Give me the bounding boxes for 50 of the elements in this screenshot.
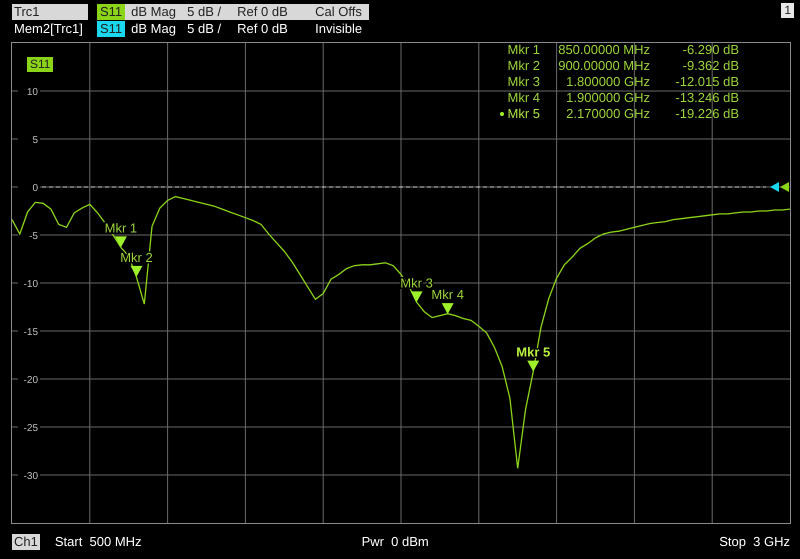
trace-scale: 5 dB / bbox=[186, 20, 222, 36]
marker-name: Mkr 3 bbox=[508, 74, 540, 89]
marker-name: Mkr 2 bbox=[508, 58, 540, 73]
axis-label: -10 bbox=[24, 279, 38, 290]
marker-label: Mkr 4 bbox=[431, 287, 464, 302]
axis-label: -25 bbox=[24, 423, 38, 434]
marker-response: -13.246 dB bbox=[675, 90, 739, 105]
reference-arrows-icon bbox=[770, 182, 789, 192]
marker-icon[interactable] bbox=[410, 291, 423, 302]
marker-stimulus: 900.00000 MHz bbox=[558, 58, 650, 73]
axis-label: -20 bbox=[24, 375, 38, 386]
marker-response: -9.362 dB bbox=[682, 58, 739, 73]
axis-label: 0 bbox=[32, 183, 38, 194]
window-number[interactable]: 1 bbox=[781, 3, 794, 18]
start-frequency: Start 500 MHz bbox=[54, 534, 142, 549]
trace-reference: Ref 0 dB bbox=[236, 20, 289, 36]
marker-icon[interactable] bbox=[130, 266, 142, 277]
marker-stimulus: 1.900000 GHz bbox=[566, 90, 650, 105]
marker-icon[interactable] bbox=[114, 236, 127, 248]
axis-label: -15 bbox=[24, 327, 38, 338]
marker-icon[interactable] bbox=[442, 303, 454, 314]
axis-label: 5 bbox=[32, 135, 38, 146]
trace-status: Invisible bbox=[314, 20, 364, 36]
trace-label: S11 bbox=[27, 57, 54, 72]
trace-name[interactable]: Trc1 bbox=[12, 4, 88, 20]
trace-name[interactable]: Mem2[Trc1] bbox=[12, 20, 88, 36]
marker-response: -19.226 dB bbox=[675, 106, 739, 121]
power-level: Pwr 0 dBm bbox=[362, 534, 429, 549]
active-marker-icon bbox=[500, 112, 504, 116]
marker-name: Mkr 1 bbox=[508, 43, 540, 57]
marker-name: Mkr 5 bbox=[508, 106, 540, 121]
axis-label: -5 bbox=[29, 231, 38, 242]
marker-stimulus: 1.800000 GHz bbox=[566, 74, 650, 89]
parameter-chip[interactable]: S11 bbox=[97, 20, 126, 36]
stop-frequency: Stop 3 GHz bbox=[719, 534, 790, 549]
trace-reference: Ref 0 dB bbox=[231, 4, 310, 20]
channel-label[interactable]: Ch1 bbox=[12, 534, 40, 550]
marker-response: -6.290 dB bbox=[682, 43, 739, 57]
marker-stimulus: 2.170000 GHz bbox=[566, 106, 650, 121]
marker-stimulus: 850.00000 MHz bbox=[558, 43, 650, 57]
axis-label: 10 bbox=[26, 87, 38, 98]
axis-label: -30 bbox=[24, 471, 38, 482]
trace-status: Cal Offs bbox=[309, 4, 370, 20]
trace-format: dB Mag bbox=[130, 20, 177, 36]
marker-response: -12.015 dB bbox=[675, 74, 739, 89]
marker-name: Mkr 4 bbox=[508, 90, 540, 105]
marker-icon[interactable] bbox=[527, 360, 540, 372]
trace-format: dB Mag bbox=[125, 4, 182, 20]
trace-scale: 5 dB / bbox=[181, 4, 232, 20]
parameter-chip[interactable]: S11 bbox=[97, 4, 126, 20]
